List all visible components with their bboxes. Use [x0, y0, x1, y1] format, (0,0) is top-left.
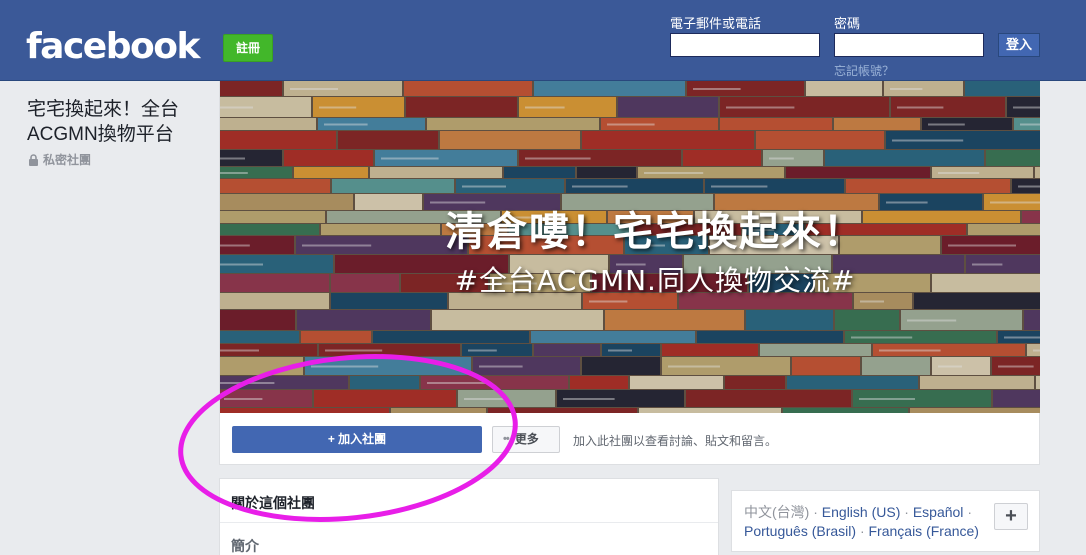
signup-button[interactable]: 註冊: [223, 34, 273, 62]
language-link-english[interactable]: English (US): [822, 504, 901, 520]
privacy-label: 私密社團: [43, 153, 92, 167]
lock-icon: [29, 153, 38, 166]
cover-card: 清倉嘍！宅宅換起來！ #全台ACGMN.同人換物交流# + 加入社團 •• 更多…: [219, 81, 1040, 465]
language-link-portugues[interactable]: Português (Brasil): [744, 523, 856, 539]
cover-subtitle-text: #全台ACGMN.同人換物交流#: [454, 264, 856, 297]
language-link-francais[interactable]: Français (France): [869, 523, 979, 539]
password-field[interactable]: [834, 33, 984, 57]
password-label: 密碼: [834, 16, 861, 31]
add-language-button[interactable]: +: [994, 503, 1028, 530]
language-card: 中文(台灣) · English (US) · Español · Portug…: [731, 490, 1040, 552]
more-button[interactable]: •• 更多: [492, 426, 560, 453]
more-label: 更多: [514, 432, 539, 446]
about-title: 關於這個社團: [231, 495, 315, 511]
more-dots-icon: ••: [503, 433, 510, 445]
login-button[interactable]: 登入: [998, 33, 1040, 57]
about-intro-heading: 簡介: [231, 538, 259, 554]
forgot-account-link[interactable]: 忘記帳號？: [834, 62, 894, 79]
top-navigation-bar: facebook 註冊 電子郵件或電話 密碼 登入 忘記帳號？: [0, 0, 1086, 81]
group-privacy: 私密社團: [28, 151, 91, 168]
email-field[interactable]: [670, 33, 820, 57]
group-title-line1: 宅宅換起來！全台: [27, 99, 180, 120]
email-label: 電子郵件或電話: [670, 16, 762, 31]
group-title[interactable]: 宅宅換起來！全台 ACGMN換物平台: [27, 97, 207, 147]
about-card: 關於這個社團 簡介: [219, 478, 719, 555]
language-link-espanol[interactable]: Español: [913, 504, 964, 520]
language-list: 中文(台灣) · English (US) · Español · Portug…: [744, 504, 979, 539]
facebook-logo[interactable]: facebook: [26, 26, 200, 67]
cover-photo: 清倉嘍！宅宅換起來！ #全台ACGMN.同人換物交流#: [220, 81, 1040, 413]
cover-title-text: 清倉嘍！宅宅換起來！: [445, 209, 865, 255]
join-note: 加入此社團以查看討論、貼文和留言。: [573, 434, 778, 448]
divider: [220, 522, 718, 523]
group-title-line2: ACGMN換物平台: [27, 124, 174, 145]
join-group-button[interactable]: + 加入社團: [232, 426, 482, 453]
current-language: 中文(台灣): [744, 504, 810, 520]
